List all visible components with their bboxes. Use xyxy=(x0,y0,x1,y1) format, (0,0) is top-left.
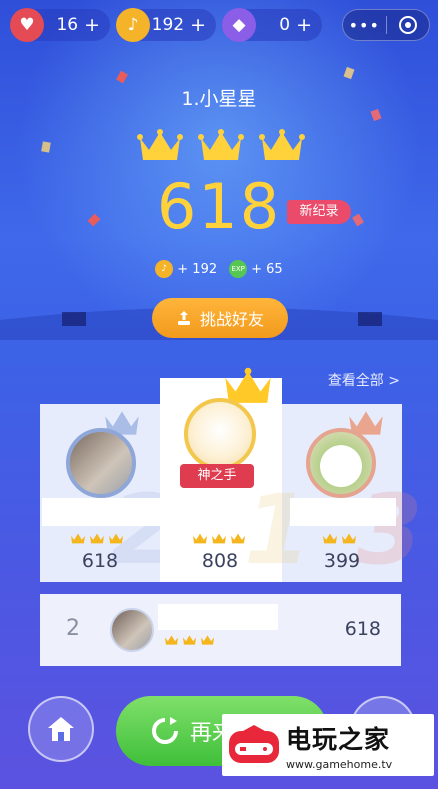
top-title-badge: 神之手 xyxy=(180,464,254,488)
crown-icon xyxy=(164,635,179,645)
crown-icon xyxy=(109,533,123,544)
hearts-counter[interactable]: ♥ 16 + xyxy=(10,8,110,42)
hearts-plus[interactable]: + xyxy=(84,14,100,36)
diamond-icon: ◆ xyxy=(222,8,256,42)
song-title: 1.小星星 xyxy=(181,88,257,110)
crown-icon xyxy=(323,533,337,544)
crown-icon xyxy=(212,533,226,544)
player-crowns xyxy=(70,532,124,545)
exp-icon: EXP xyxy=(229,260,248,278)
my-rank-row[interactable]: 2 618 xyxy=(40,594,401,666)
crown-icon xyxy=(193,533,207,544)
player-name-redacted xyxy=(158,604,278,630)
notes-counter[interactable]: ♪ 192 + xyxy=(116,8,216,42)
avatar[interactable] xyxy=(66,428,136,498)
player-crowns xyxy=(164,634,215,646)
crown-icon xyxy=(231,533,245,544)
exp-reward-value: + 65 xyxy=(251,261,283,277)
player-crowns xyxy=(192,532,246,545)
heart-icon: ♥ xyxy=(10,8,44,42)
music-note-icon: ♪ xyxy=(116,8,150,42)
close-miniapp-button[interactable] xyxy=(386,16,429,34)
player-score: 618 xyxy=(81,550,119,572)
crown-icon xyxy=(342,533,356,544)
home-button[interactable] xyxy=(28,696,94,762)
view-all-link[interactable]: 查看全部 > xyxy=(328,370,400,390)
exp-reward: EXP + 65 xyxy=(229,260,283,278)
new-record-badge: 新纪录 xyxy=(287,200,351,224)
note-reward: ♪ + 192 xyxy=(155,260,217,278)
crown-icon xyxy=(182,635,197,645)
player-name-redacted xyxy=(186,492,258,520)
watermark-url: www.gamehome.tv xyxy=(286,757,393,771)
my-rank: 2 xyxy=(66,616,80,641)
home-icon xyxy=(48,717,74,741)
crown-icon xyxy=(137,129,183,160)
watermark-title: 电玩之家 xyxy=(286,724,391,754)
notes-plus[interactable]: + xyxy=(190,14,206,36)
player-score: 808 xyxy=(201,550,239,572)
avatar[interactable] xyxy=(306,428,376,498)
replay-icon xyxy=(152,717,178,744)
more-button[interactable]: ••• xyxy=(343,16,386,35)
watermark-logo xyxy=(222,717,286,773)
target-icon xyxy=(398,16,417,34)
player-score: 399 xyxy=(323,550,361,572)
avatar xyxy=(110,608,154,652)
crown-icon xyxy=(90,533,104,544)
player-name-redacted xyxy=(42,498,162,526)
crown-icon xyxy=(259,129,305,160)
hearts-value: 16 xyxy=(56,15,79,35)
confetti xyxy=(41,141,51,153)
crown-icon xyxy=(71,533,85,544)
avatar[interactable] xyxy=(184,398,256,470)
site-watermark: 电玩之家 www.gamehome.tv xyxy=(222,714,434,776)
player-name-redacted xyxy=(290,498,396,526)
notes-value: 192 xyxy=(151,15,185,35)
rank-watermark: 1 xyxy=(244,474,311,586)
challenge-friends-button[interactable]: 挑战好友 xyxy=(152,298,288,338)
my-score: 618 xyxy=(344,618,381,640)
diamonds-plus[interactable]: + xyxy=(296,14,312,36)
diamonds-counter[interactable]: ◆ 0 + xyxy=(222,8,322,42)
challenge-label: 挑战好友 xyxy=(199,310,264,329)
crown-icon xyxy=(198,129,244,160)
share-icon xyxy=(177,311,190,325)
player-crowns xyxy=(322,532,357,545)
rewards-row: ♪ + 192 EXP + 65 xyxy=(0,260,438,278)
diamonds-value: 0 xyxy=(279,15,291,35)
final-score: 618 xyxy=(156,170,282,243)
music-note-icon: ♪ xyxy=(155,260,174,278)
result-crowns xyxy=(137,128,305,164)
crown-icon xyxy=(200,635,215,645)
miniapp-capsule: ••• xyxy=(342,9,430,41)
note-reward-value: + 192 xyxy=(177,261,218,277)
